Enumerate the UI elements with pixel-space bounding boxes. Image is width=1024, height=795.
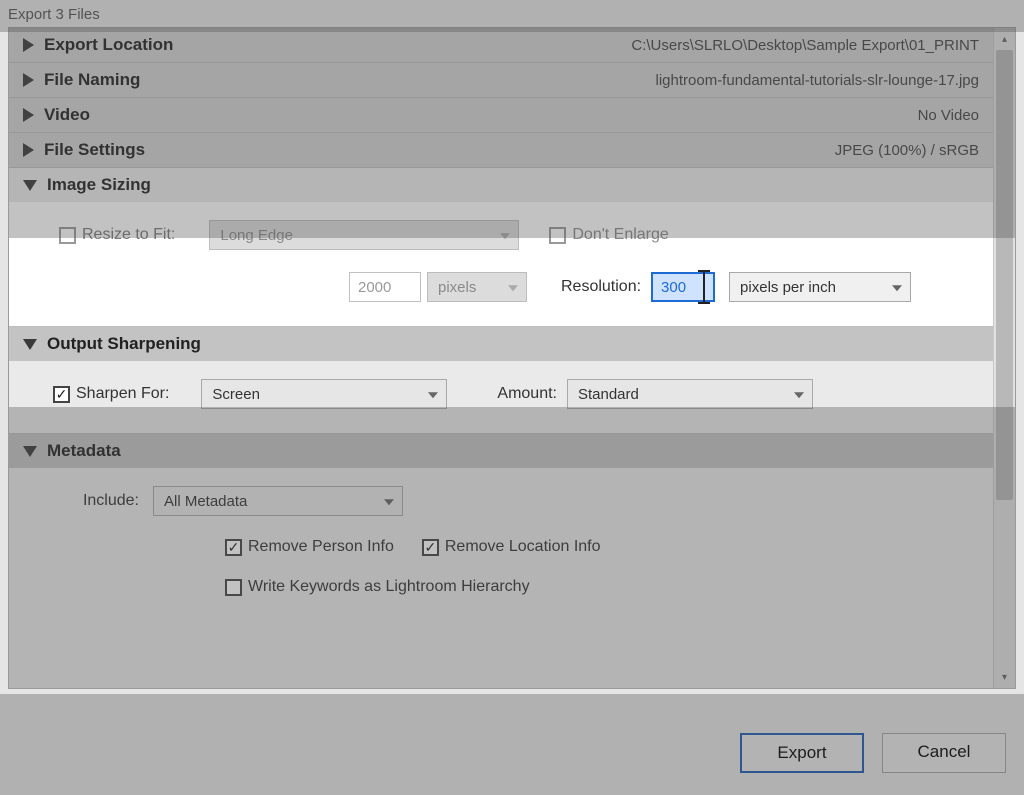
resolution-label: Resolution:: [561, 278, 641, 296]
section-summary: JPEG (100%) / sRGB: [835, 142, 983, 159]
dont-enlarge-checkbox[interactable]: Don't Enlarge: [549, 226, 668, 244]
size-unit-value: pixels: [438, 279, 476, 296]
checkbox-icon: [59, 227, 76, 244]
chevron-down-icon: [23, 180, 37, 191]
section-header-file-naming[interactable]: File Naming lightroom-fundamental-tutori…: [9, 63, 993, 97]
text-cursor-icon: [697, 276, 711, 298]
resolution-unit-value: pixels per inch: [740, 279, 836, 296]
resize-mode-select[interactable]: Long Edge: [209, 220, 519, 250]
section-header-image-sizing[interactable]: Image Sizing: [9, 168, 993, 202]
chevron-right-icon: [23, 73, 34, 87]
section-title: Image Sizing: [47, 175, 151, 195]
include-value: All Metadata: [164, 493, 247, 510]
include-label: Include:: [49, 492, 139, 510]
scroll-up-icon[interactable]: ▴: [994, 28, 1015, 50]
write-keywords-checkbox[interactable]: Write Keywords as Lightroom Hierarchy: [225, 578, 530, 596]
chevron-right-icon: [23, 108, 34, 122]
remove-location-checkbox[interactable]: ✓ Remove Location Info: [422, 538, 601, 556]
section-file-naming: File Naming lightroom-fundamental-tutori…: [9, 63, 993, 98]
chevron-down-icon: [892, 285, 902, 291]
chevron-down-icon: [428, 392, 438, 398]
chevron-down-icon: [500, 233, 510, 239]
section-output-sharpening: Output Sharpening ✓ Sharpen For: Screen: [9, 327, 993, 434]
checkbox-checked-icon: ✓: [53, 386, 70, 403]
section-header-video[interactable]: Video No Video: [9, 98, 993, 132]
remove-location-label: Remove Location Info: [445, 538, 601, 556]
cancel-button[interactable]: Cancel: [882, 733, 1006, 773]
checkbox-icon: [549, 227, 566, 244]
section-video: Video No Video: [9, 98, 993, 133]
scrollbar[interactable]: ▴ ▾: [993, 28, 1015, 688]
remove-person-label: Remove Person Info: [248, 538, 394, 556]
include-select[interactable]: All Metadata: [153, 486, 403, 516]
section-image-sizing: Image Sizing Resize to Fit: Long Edge: [9, 168, 993, 327]
checkbox-checked-icon: ✓: [225, 539, 242, 556]
dont-enlarge-label: Don't Enlarge: [572, 226, 668, 244]
section-summary: No Video: [918, 107, 983, 124]
sharpen-for-value: Screen: [212, 386, 260, 403]
chevron-down-icon: [508, 285, 518, 291]
section-metadata: Metadata Include: All Metadata: [9, 434, 993, 620]
remove-person-checkbox[interactable]: ✓ Remove Person Info: [225, 538, 394, 556]
section-summary: C:\Users\SLRLO\Desktop\Sample Export\01_…: [631, 37, 983, 54]
scrollbar-thumb[interactable]: [996, 50, 1013, 500]
resize-to-fit-checkbox[interactable]: Resize to Fit:: [59, 226, 175, 244]
settings-panel: Export Location C:\Users\SLRLO\Desktop\S…: [8, 27, 1016, 689]
chevron-down-icon: [384, 499, 394, 505]
size-value-input[interactable]: [349, 272, 421, 302]
resolution-unit-select[interactable]: pixels per inch: [729, 272, 911, 302]
write-keywords-label: Write Keywords as Lightroom Hierarchy: [248, 578, 530, 596]
chevron-right-icon: [23, 143, 34, 157]
section-title: Video: [44, 105, 90, 125]
section-header-file-settings[interactable]: File Settings JPEG (100%) / sRGB: [9, 133, 993, 167]
section-export-location: Export Location C:\Users\SLRLO\Desktop\S…: [9, 28, 993, 63]
checkbox-checked-icon: ✓: [422, 539, 439, 556]
resize-mode-value: Long Edge: [220, 227, 293, 244]
section-summary: lightroom-fundamental-tutorials-slr-loun…: [656, 72, 984, 89]
section-header-export-location[interactable]: Export Location C:\Users\SLRLO\Desktop\S…: [9, 28, 993, 62]
sharpen-for-label: Sharpen For:: [76, 385, 169, 403]
sharpen-for-select[interactable]: Screen: [201, 379, 447, 409]
amount-value: Standard: [578, 386, 639, 403]
chevron-down-icon: [794, 392, 804, 398]
scroll-down-icon[interactable]: ▾: [994, 666, 1015, 688]
output-sharpening-body: ✓ Sharpen For: Screen Amount: Standard: [9, 361, 993, 433]
section-header-output-sharpening[interactable]: Output Sharpening: [9, 327, 993, 361]
section-title: File Naming: [44, 70, 140, 90]
chevron-right-icon: [23, 38, 34, 52]
amount-label: Amount:: [497, 385, 557, 403]
chevron-down-icon: [23, 339, 37, 350]
section-file-settings: File Settings JPEG (100%) / sRGB: [9, 133, 993, 168]
chevron-down-icon: [23, 446, 37, 457]
checkbox-icon: [225, 579, 242, 596]
export-button[interactable]: Export: [740, 733, 864, 773]
section-title: Export Location: [44, 35, 173, 55]
section-header-metadata[interactable]: Metadata: [9, 434, 993, 468]
section-title: Metadata: [47, 441, 121, 461]
dialog-footer: Export Cancel: [740, 733, 1006, 773]
sharpen-for-checkbox[interactable]: ✓ Sharpen For:: [53, 385, 169, 403]
resize-to-fit-label: Resize to Fit:: [82, 226, 175, 244]
size-unit-select[interactable]: pixels: [427, 272, 527, 302]
section-title: File Settings: [44, 140, 145, 160]
dialog-title: Export 3 Files: [0, 0, 1024, 27]
image-sizing-body: Resize to Fit: Long Edge Don't Enlarge: [9, 202, 993, 326]
export-dialog: Export 3 Files Export Location C:\Users\…: [0, 0, 1024, 795]
section-title: Output Sharpening: [47, 334, 201, 354]
amount-select[interactable]: Standard: [567, 379, 813, 409]
metadata-body: Include: All Metadata ✓ Remove Person In…: [9, 468, 993, 620]
